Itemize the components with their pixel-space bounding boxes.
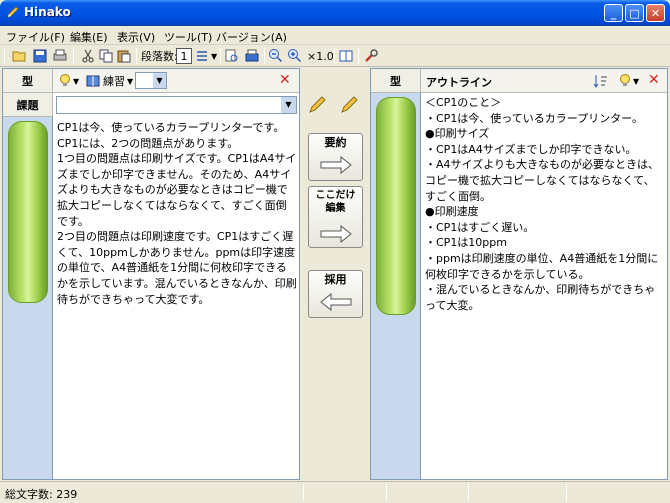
outline-line: ・A4サイズよりも大きなものが必要なときは、コピー機で拡大コピーしなくてはならな…	[425, 158, 659, 203]
paragraph-marker[interactable]	[8, 121, 48, 303]
list-icon	[197, 51, 207, 61]
summarize-button[interactable]: 要約	[308, 133, 363, 181]
task-header: 課題	[3, 93, 53, 117]
arrow-left-icon	[320, 293, 352, 311]
save-icon	[33, 49, 47, 63]
source-panel: 型 ▼ 練習 ▼ ▼ ✕ 課題 ▼ CP1は今、使っているカラープリンターです。…	[2, 68, 300, 480]
paste-icon	[117, 50, 131, 63]
printer-icon	[53, 49, 67, 61]
lightbulb-icon	[60, 74, 70, 86]
status-bar: 総文字数: 239	[0, 481, 670, 503]
replace-icon	[245, 49, 259, 62]
exercise-dropdown[interactable]: 練習 ▼	[85, 73, 133, 89]
char-count: 総文字数: 239	[5, 488, 78, 501]
menu-edit[interactable]: 編集(E)	[70, 29, 108, 45]
close-panel-icon[interactable]: ✕	[279, 72, 291, 88]
copy-icon	[99, 49, 113, 63]
outline-line: ●印刷速度	[425, 205, 479, 219]
settings-button[interactable]	[363, 48, 379, 64]
outline-line: ・CP1は今、使っているカラープリンター。	[425, 111, 643, 125]
find-button[interactable]	[224, 48, 240, 64]
outline-line: ・CP1はA4サイズまでしか印字できない。	[425, 142, 637, 156]
zoom-in-icon	[288, 49, 302, 63]
paragraph-label: 段落数:	[141, 50, 178, 63]
adopt-button[interactable]: 採用	[308, 270, 363, 318]
maximize-button[interactable]: □	[625, 4, 644, 22]
open-button[interactable]	[12, 48, 28, 64]
outline-panel: 型 アウトライン ▼ ✕ ＜CP1のこと＞ ・CP1は今、使っているカラープリン…	[370, 68, 668, 480]
source-toolbar: ▼ 練習 ▼ ▼ ✕	[53, 69, 299, 93]
chevron-down-icon: ▼	[73, 76, 80, 86]
chevron-down-icon[interactable]: ▼	[153, 73, 166, 88]
menu-version[interactable]: バージョン(A)	[216, 29, 287, 45]
outline-text[interactable]: ＜CP1のこと＞ ・CP1は今、使っているカラープリンター。 ●印刷サイズ ・C…	[425, 95, 665, 313]
window-title: Hinako	[24, 5, 71, 19]
chevron-down-icon: ▼	[127, 76, 134, 86]
find-icon	[225, 49, 238, 62]
book-icon	[86, 75, 100, 87]
save-button[interactable]	[32, 48, 48, 64]
pencil-icon	[341, 96, 358, 113]
zoom-out-icon	[269, 49, 283, 63]
style-picker[interactable]: ▼	[617, 73, 639, 89]
paragraph-count-field[interactable]: 1	[176, 48, 192, 64]
cut-button[interactable]	[80, 48, 96, 64]
zoom-out-button[interactable]	[268, 48, 284, 64]
wrench-icon	[365, 49, 378, 62]
replace-button[interactable]	[244, 48, 260, 64]
menu-view[interactable]: 表示(V)	[117, 29, 155, 45]
task-select[interactable]: ▼	[56, 96, 297, 114]
app-window: Hinako _ □ ✕ ファイル(F) 編集(E) 表示(V) ツール(T) …	[0, 0, 670, 503]
zoom-level: ×1.0	[307, 49, 334, 63]
type-header: 型	[3, 69, 53, 93]
outline-toolbar: アウトライン ▼ ✕	[421, 69, 667, 93]
style-picker[interactable]: ▼	[57, 73, 79, 89]
arrow-right-icon	[320, 156, 352, 174]
outline-line: ＜CP1のこと＞	[425, 96, 502, 109]
sort-icon	[593, 75, 607, 88]
close-button[interactable]: ✕	[646, 4, 665, 22]
menu-tools[interactable]: ツール(T)	[164, 29, 212, 45]
paste-button[interactable]	[116, 48, 132, 64]
type-header: 型	[371, 69, 421, 93]
print-button[interactable]	[52, 48, 68, 64]
outline-line: ・ppmは印刷速度の単位、A4普通紙を1分間に何枚印字できるかを示している。	[425, 251, 659, 281]
chevron-down-icon[interactable]: ▼	[281, 97, 296, 113]
chevron-down-icon: ▼	[633, 76, 640, 86]
zoom-in-button[interactable]	[287, 48, 303, 64]
paragraph-marker[interactable]	[376, 97, 416, 315]
outline-line: ・混んでいるときなんか、印刷待ちができちゃって大変。	[425, 283, 656, 312]
split-view-icon	[339, 50, 353, 62]
scissors-icon	[82, 49, 94, 63]
minimize-button[interactable]: _	[604, 4, 623, 22]
source-text[interactable]: CP1は今、使っているカラープリンターです。CP1には、2つの問題点があります。…	[57, 120, 297, 307]
split-view-button[interactable]	[338, 48, 354, 64]
outline-label: アウトライン	[426, 76, 492, 89]
pencil-icon	[7, 6, 19, 18]
copy-button[interactable]	[98, 48, 114, 64]
menu-bar: ファイル(F) 編集(E) 表示(V) ツール(T) バージョン(A)	[0, 26, 670, 45]
edit-here-button[interactable]: ここだけ 編集	[308, 186, 363, 248]
paragraph-menu-button[interactable]: ▼	[195, 48, 217, 64]
pencil-icon	[309, 96, 326, 113]
menu-file[interactable]: ファイル(F)	[6, 29, 65, 45]
folder-open-icon	[12, 51, 26, 62]
exercise-select[interactable]: ▼	[135, 72, 167, 89]
outline-line: ・CP1は10ppm	[425, 236, 507, 250]
toolbar: 段落数: 1 ▼ ×1.0	[0, 45, 670, 67]
lightbulb-icon	[620, 74, 630, 86]
outline-line: ●印刷サイズ	[425, 127, 490, 141]
arrow-right-icon	[320, 225, 352, 243]
chevron-down-icon: ▼	[211, 51, 218, 61]
sort-button[interactable]	[593, 73, 609, 92]
close-panel-icon[interactable]: ✕	[648, 72, 660, 88]
title-bar: Hinako _ □ ✕	[0, 0, 670, 26]
outline-line: ・CP1はすごく遅い。	[425, 220, 535, 234]
